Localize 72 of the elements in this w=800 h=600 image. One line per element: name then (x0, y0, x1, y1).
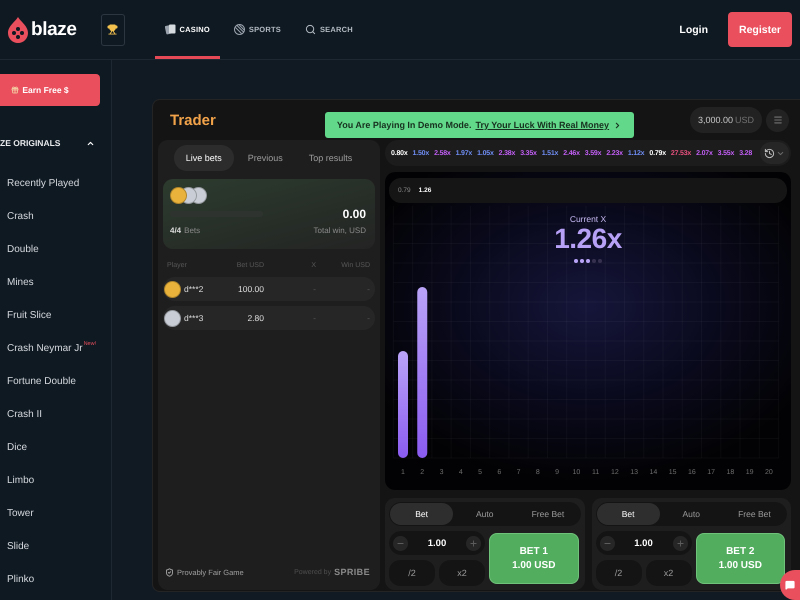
mode-tab[interactable]: Free Bet (516, 503, 580, 525)
double-button[interactable]: x2 (646, 560, 692, 586)
balance-amount: 3,000.00 (698, 115, 733, 125)
logo-link[interactable]: blaze (8, 16, 77, 42)
real-money-link[interactable]: Try Your Luck With Real Money (475, 120, 610, 130)
player-name: d***3 (184, 313, 204, 323)
sidebar-item[interactable]: Slide (0, 530, 30, 563)
bet-amount: 100.00 (237, 284, 264, 294)
current-multiplier: 1.26x (554, 224, 622, 252)
menu-icon (772, 115, 782, 125)
sidebar-item[interactable]: Limbo (0, 464, 34, 497)
provider-name: SPRIBE (334, 567, 370, 577)
search-icon (304, 24, 316, 35)
balance-currency: USD (734, 115, 754, 125)
sidebar-item[interactable]: Tower (0, 497, 34, 530)
plus-button[interactable] (672, 536, 688, 550)
minus-button[interactable] (600, 536, 614, 550)
bets-count: 4/4 (170, 226, 182, 235)
history-icon (764, 148, 775, 158)
chat-icon (785, 580, 795, 590)
shield-icon (165, 568, 174, 576)
plus-icon (469, 538, 478, 548)
plus-icon (676, 538, 684, 548)
total-win-value: 0.00 (342, 207, 366, 221)
history-button[interactable] (760, 142, 789, 164)
register-button[interactable]: Register (728, 12, 792, 47)
mode-tab[interactable]: Auto (453, 503, 516, 525)
sidebar-item[interactable]: Crash II (0, 398, 42, 431)
current-label: Current X (570, 215, 606, 224)
sidebar-item[interactable]: Double (0, 233, 39, 266)
menu-button[interactable] (766, 108, 789, 132)
bets-tab[interactable]: Top results (296, 145, 364, 171)
sidebar-item[interactable]: Crash Neymar Jr (0, 332, 83, 365)
logo-icon (8, 16, 28, 42)
win-amount: - (366, 313, 370, 323)
halve-button[interactable]: /2 (389, 560, 435, 586)
demo-text: You Are Playing In Demo Mode. (336, 120, 472, 130)
sidebar-item[interactable]: Recently Played (0, 167, 80, 200)
trophy-icon (107, 24, 118, 35)
multiplier-cell-text: - (312, 313, 317, 323)
win-amount: - (366, 284, 370, 294)
sidebar-item[interactable]: Plinko (0, 563, 34, 596)
player-name: d***2 (184, 284, 204, 294)
sidebar-item[interactable]: Crash (0, 200, 34, 233)
minus-button[interactable] (393, 536, 408, 550)
total-win-label: Total win, USD (314, 226, 366, 235)
double-button[interactable]: x2 (439, 560, 485, 586)
sidebar-item[interactable]: Fortune Double (0, 365, 76, 398)
multiplier-cell-text: - (312, 284, 317, 294)
plus-button[interactable] (466, 536, 481, 550)
bets-label: Bets (184, 226, 200, 235)
sidebar-item[interactable]: Dice (0, 431, 28, 464)
mode-tab[interactable]: Bet (390, 503, 454, 525)
section-title: ZE ORIGINALS (0, 138, 60, 148)
gift-icon (11, 86, 20, 94)
amount-field[interactable]: 1.00 (428, 538, 446, 548)
halve-button[interactable]: /2 (596, 560, 642, 586)
ball-icon (234, 24, 245, 35)
amount-field[interactable]: 1.00 (634, 538, 653, 548)
sidebar-item[interactable]: Fruit Slice (0, 299, 52, 332)
game-title: Trader (170, 112, 216, 128)
cards-icon (164, 24, 176, 35)
trophy-button[interactable] (100, 14, 125, 46)
sidebar-item[interactable]: Mines (0, 266, 34, 299)
mode-tab[interactable]: Auto (660, 503, 723, 525)
earn-button[interactable]: Earn Free $ (0, 74, 100, 106)
bets-tab[interactable]: Live bets (174, 145, 234, 171)
bets-tab[interactable]: Previous (236, 145, 295, 171)
mode-tab[interactable]: Bet (596, 503, 660, 525)
bet-amount: 2.80 (246, 313, 264, 323)
login-link[interactable]: Login (679, 24, 708, 36)
mode-tab[interactable]: Free Bet (722, 503, 786, 525)
